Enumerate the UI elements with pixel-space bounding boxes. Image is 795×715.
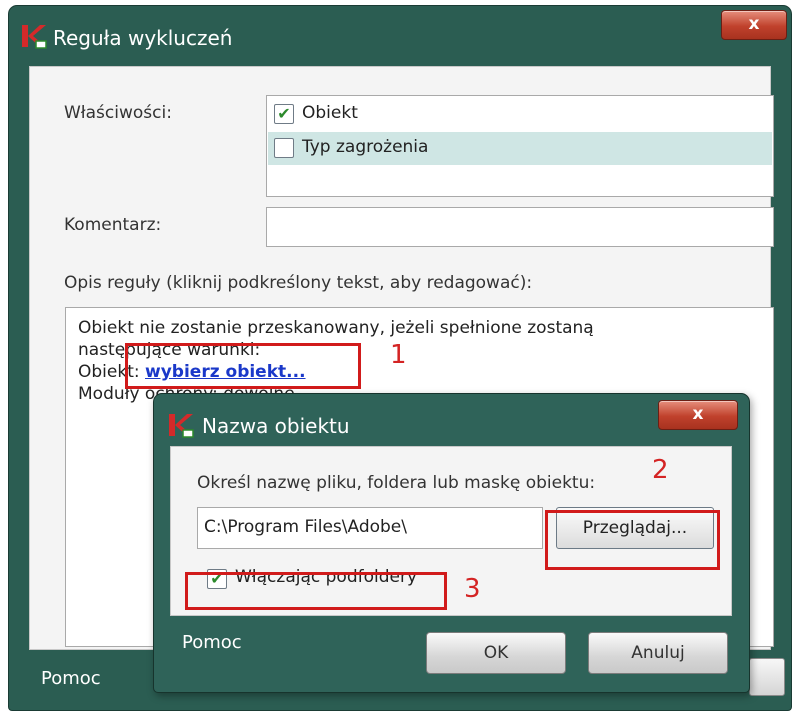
properties-list: ✔ Obiekt Typ zagrożenia xyxy=(266,95,774,197)
object-name-prompt: Określ nazwę pliku, foldera lub maskę ob… xyxy=(197,473,596,493)
property-label: Typ zagrożenia xyxy=(302,137,429,157)
window-title: Reguła wykluczeń xyxy=(53,26,233,50)
property-row-threat-type[interactable]: Typ zagrożenia xyxy=(268,132,772,165)
close-icon: x xyxy=(692,404,704,424)
kaspersky-logo-icon xyxy=(22,25,47,49)
properties-label: Właściwości: xyxy=(64,103,172,123)
description-line-1: Obiekt nie zostanie przeskanowany, jeżel… xyxy=(78,318,594,338)
help-link[interactable]: Pomoc xyxy=(182,632,242,653)
ok-button[interactable]: OK xyxy=(426,632,566,674)
property-row-object[interactable]: ✔ Obiekt xyxy=(268,98,772,131)
property-label: Obiekt xyxy=(302,103,358,123)
annotation-number-3: 3 xyxy=(464,574,481,604)
object-path-input[interactable]: C:\Program Files\Adobe\ xyxy=(197,507,543,549)
close-icon: x xyxy=(748,14,760,34)
window-title: Nazwa obiektu xyxy=(202,414,350,438)
annotation-highlight-1 xyxy=(125,343,361,389)
annotation-highlight-3 xyxy=(185,572,447,610)
comment-input[interactable] xyxy=(266,207,774,247)
object-checkbox[interactable]: ✔ xyxy=(274,104,294,124)
annotation-highlight-2 xyxy=(545,510,720,570)
cancel-button[interactable]: Anuluj xyxy=(588,632,728,674)
kaspersky-logo-icon xyxy=(169,414,194,438)
annotation-number-2: 2 xyxy=(652,455,669,485)
close-button[interactable]: x xyxy=(658,400,738,430)
comment-label: Komentarz: xyxy=(64,215,162,235)
threat-type-checkbox[interactable] xyxy=(274,138,294,158)
title-bar[interactable]: Reguła wykluczeń x xyxy=(9,6,791,66)
hidden-footer-button[interactable] xyxy=(749,658,785,696)
annotation-number-1: 1 xyxy=(390,340,407,370)
close-button[interactable]: x xyxy=(721,10,787,40)
description-label: Opis reguły (kliknij podkreślony tekst, … xyxy=(64,273,533,293)
help-link[interactable]: Pomoc xyxy=(41,668,101,689)
